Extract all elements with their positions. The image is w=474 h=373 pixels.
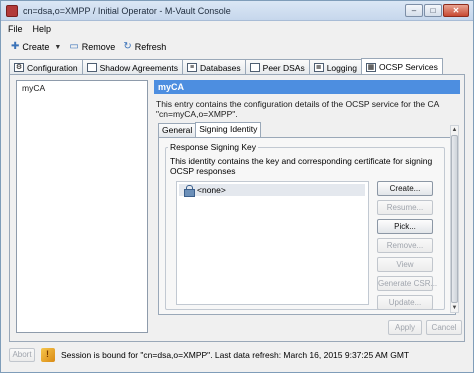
group-title: Response Signing Key	[168, 142, 259, 152]
status-text: Session is bound for "cn=dsa,o=XMPP". La…	[61, 350, 410, 360]
cancel-button[interactable]: Cancel	[426, 320, 462, 335]
tab-content: myCA myCA This entry contains the config…	[9, 74, 465, 342]
detail-tabs: General Signing Identity	[158, 122, 262, 137]
tab-general[interactable]: General	[158, 123, 197, 137]
tab-label: Peer DSAs	[262, 62, 305, 73]
tab-label: Shadow Agreements	[99, 62, 179, 73]
chevron-down-icon[interactable]: ▼	[54, 44, 61, 51]
identity-list[interactable]: <none>	[176, 181, 369, 305]
apply-button[interactable]: Apply	[388, 320, 422, 335]
pick-button[interactable]: Pick...	[377, 219, 433, 234]
scroll-thumb[interactable]	[451, 135, 458, 303]
log-icon: ≣	[313, 63, 324, 72]
refresh-icon: ↻	[123, 41, 132, 52]
minimize-button[interactable]: –	[405, 4, 423, 17]
tab-databases[interactable]: ≡ Databases	[182, 59, 246, 75]
close-button[interactable]: ✕	[443, 4, 469, 17]
detail-description: This entry contains the configuration de…	[156, 99, 439, 119]
view-button[interactable]: View	[377, 257, 433, 272]
app-window: cn=dsa,o=XMPP / Initial Operator - M-Vau…	[0, 0, 474, 373]
tab-label: Logging	[326, 62, 357, 73]
remove-button[interactable]: ▭ Remove	[67, 41, 117, 53]
database-icon: ≡	[187, 63, 198, 72]
title-bar[interactable]: cn=dsa,o=XMPP / Initial Operator - M-Vau…	[1, 1, 473, 21]
refresh-label: Refresh	[134, 42, 167, 52]
tab-label: Databases	[200, 62, 241, 73]
identity-row[interactable]: <none>	[179, 184, 365, 197]
menu-help[interactable]: Help	[33, 24, 52, 34]
identity-buttons: Create... Resume... Pick... Remove... Vi…	[377, 181, 437, 310]
toolbar: ✚ Create ▼ ▭ Remove ↻ Refresh	[1, 38, 473, 56]
menu-bar: File Help	[1, 22, 473, 36]
refresh-button[interactable]: ↻ Refresh	[121, 41, 168, 53]
gear-icon: ⚙	[14, 63, 24, 72]
window-title: cn=dsa,o=XMPP / Initial Operator - M-Vau…	[23, 6, 231, 16]
ocsp-icon: ▦	[365, 62, 376, 72]
ocsp-service-list[interactable]: myCA	[16, 80, 148, 333]
create-label: Create	[22, 42, 50, 52]
menu-file[interactable]: File	[8, 24, 23, 34]
minus-icon: ▭	[69, 41, 79, 52]
remove-identity-button[interactable]: Remove...	[377, 238, 433, 253]
lock-icon	[184, 185, 195, 197]
remove-label: Remove	[81, 42, 116, 52]
scroll-down-icon[interactable]: ▼	[451, 304, 458, 312]
app-icon	[6, 5, 18, 17]
tab-shadow-agreements[interactable]: Shadow Agreements	[81, 59, 184, 75]
update-button[interactable]: Update...	[377, 295, 433, 310]
window-controls: – □ ✕	[405, 4, 469, 17]
scroll-up-icon[interactable]: ▲	[451, 126, 458, 134]
generate-csr-button[interactable]: Generate CSR...	[377, 276, 437, 291]
list-item[interactable]: myCA	[17, 81, 147, 95]
abort-button[interactable]: Abort	[9, 348, 35, 362]
detail-scrollbar[interactable]: ▲ ▼	[450, 125, 459, 313]
maximize-button[interactable]: □	[424, 4, 442, 17]
status-bar: Abort Session is bound for "cn=dsa,o=XMP…	[9, 346, 465, 364]
create-button[interactable]: ✚ Create ▼	[9, 41, 63, 53]
resume-button[interactable]: Resume...	[377, 200, 433, 215]
identity-label: <none>	[197, 185, 226, 195]
monitor-icon	[249, 63, 260, 72]
tab-ocsp-services[interactable]: ▦ OCSP Services	[360, 58, 443, 75]
detail-header: myCA	[154, 80, 460, 94]
tab-signing-identity[interactable]: Signing Identity	[195, 122, 262, 137]
group-description: This identity contains the key and corre…	[170, 156, 433, 176]
main-tabs: ⚙ Configuration Shadow Agreements ≡ Data…	[9, 58, 443, 75]
tab-logging[interactable]: ≣ Logging	[308, 59, 362, 75]
plus-icon: ✚	[11, 41, 20, 52]
warning-icon	[41, 348, 55, 362]
create-identity-button[interactable]: Create...	[377, 181, 433, 196]
tab-configuration[interactable]: ⚙ Configuration	[9, 59, 83, 75]
tab-label: OCSP Services	[378, 62, 438, 72]
tab-peer-dsas[interactable]: Peer DSAs	[244, 59, 310, 75]
tab-label: Configuration	[27, 62, 78, 73]
document-icon	[86, 63, 97, 72]
signing-identity-panel: Response Signing Key This identity conta…	[158, 137, 456, 315]
